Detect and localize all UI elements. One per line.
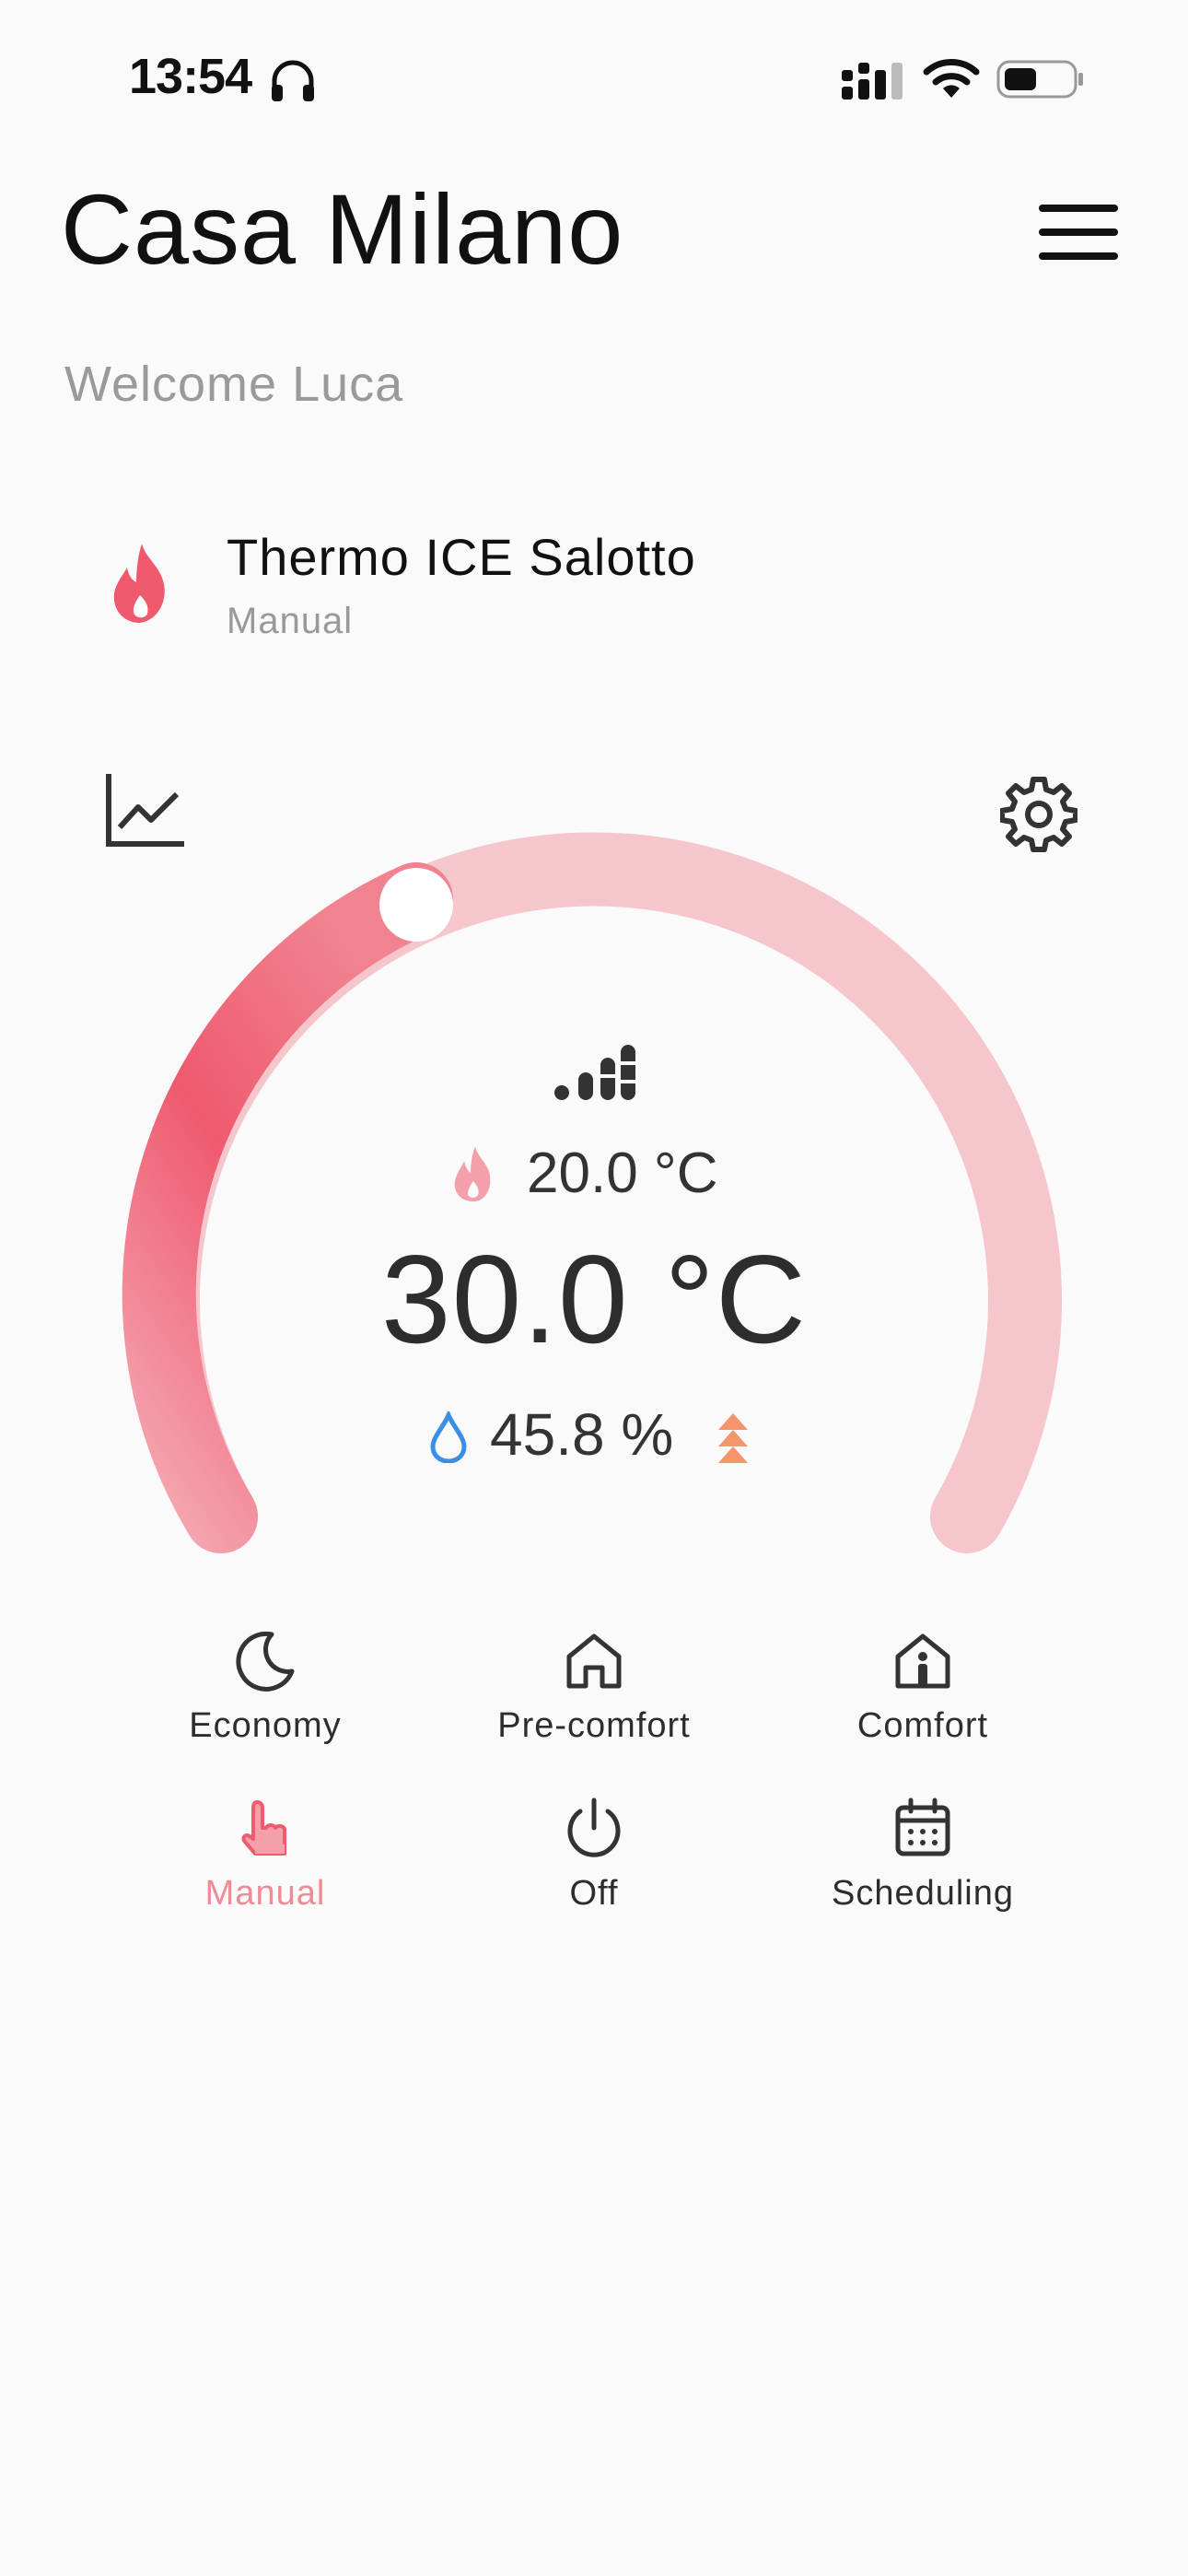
dial-knob[interactable] [379,868,453,942]
humidity-row: 45.8 % [429,1400,779,1474]
welcome-text: Welcome Luca [64,357,404,412]
page-title: Casa Milano [61,173,624,285]
setpoint-row: 20.0 °C [451,1141,764,1214]
flame-icon [454,1146,491,1201]
water-drop-icon [430,1411,467,1463]
hamburger-menu-button[interactable] [1039,205,1118,262]
hand-pointer-icon [241,1800,286,1856]
mode-manual-button[interactable]: Manual [127,1797,403,1935]
current-temperature: 30.0 °C [380,1229,808,1369]
wifi-icon [923,59,980,98]
mode-economy-button[interactable]: Economy [127,1629,403,1767]
power-icon [567,1797,621,1857]
cellular-signal-icon [842,63,903,100]
status-time: 13:54 [129,49,252,104]
mode-label: Pre-comfort [497,1706,691,1745]
mode-comfort-button[interactable]: Comfort [785,1629,1061,1767]
headphones-icon [272,60,314,101]
dial-progress [122,862,453,1553]
signal-strength-icon [554,1045,635,1100]
menu-line-icon [1039,205,1118,212]
home-icon [566,1633,622,1689]
flame-icon [113,544,165,623]
mode-label: Off [569,1874,619,1913]
mode-label: Scheduling [831,1874,1015,1913]
trend-up-icon [718,1413,748,1463]
calendar-icon [895,1797,950,1856]
home-person-icon [895,1633,950,1689]
gear-icon[interactable] [1000,776,1077,853]
battery-icon [996,60,1083,99]
menu-line-icon [1039,228,1118,236]
device-mode: Manual [227,601,354,641]
device-name: Thermo ICE Salotto [227,528,696,586]
setpoint-temperature: 20.0 °C [527,1142,718,1205]
chart-icon[interactable] [103,770,188,849]
moon-icon [236,1631,295,1692]
mode-label: Economy [189,1706,342,1745]
mode-pre-comfort-button[interactable]: Pre-comfort [456,1629,732,1767]
menu-line-icon [1039,252,1118,260]
mode-label: Manual [204,1874,326,1913]
humidity-value: 45.8 % [490,1401,674,1468]
mode-off-button[interactable]: Off [456,1797,732,1935]
mode-scheduling-button[interactable]: Scheduling [785,1797,1061,1935]
mode-label: Comfort [856,1706,989,1745]
